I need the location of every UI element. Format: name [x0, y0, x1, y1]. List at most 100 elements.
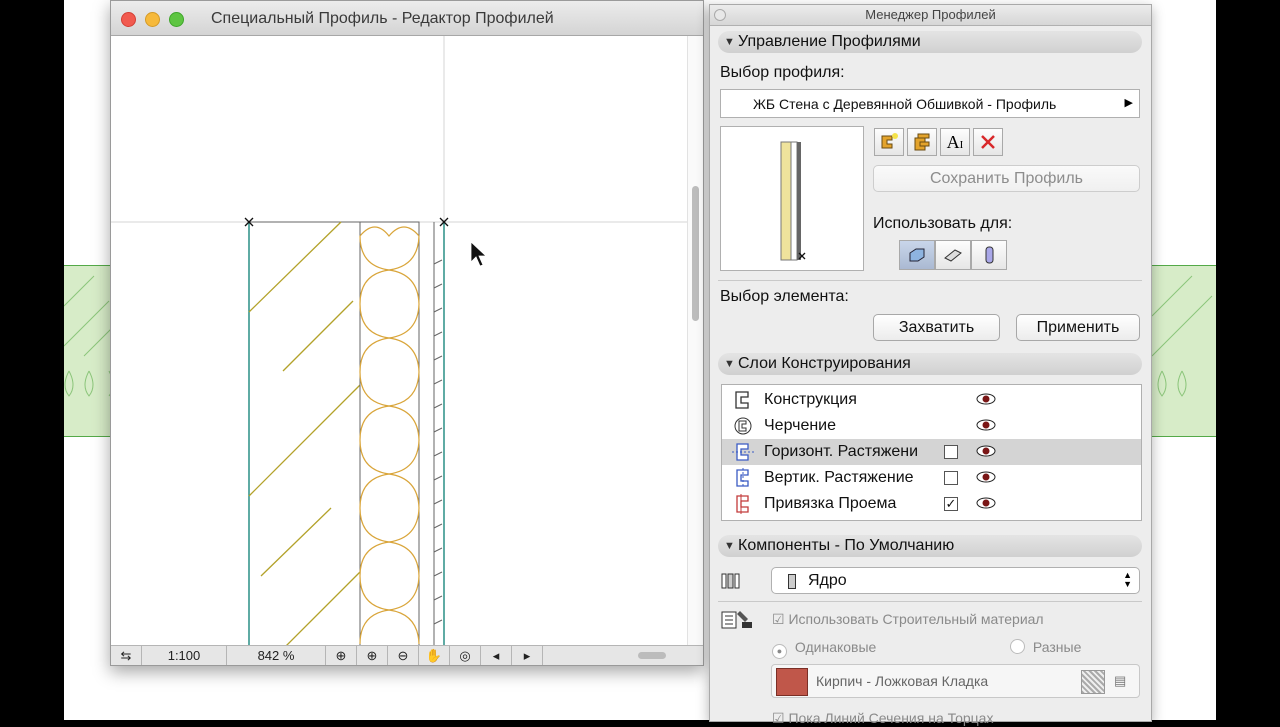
layer-row-opening-reference[interactable]: Привязка Проема ✓ [722, 491, 1141, 517]
profile-manager-palette: Менеджер Профилей ▼ Управление Профилями… [709, 4, 1152, 726]
layer-row-horizontal-stretch[interactable]: Горизонт. Растяжени [722, 439, 1141, 465]
construction-layer-icon [735, 391, 749, 409]
rename-profile-button[interactable]: AI [940, 128, 970, 156]
divider [718, 280, 1142, 281]
profile-drawing-canvas[interactable] [111, 36, 687, 646]
eye-icon[interactable] [976, 443, 996, 459]
previous-view-icon[interactable]: ◂ [481, 646, 512, 665]
delete-profile-button[interactable] [973, 128, 1003, 156]
close-window-button[interactable] [121, 12, 136, 27]
insulation-layer[interactable] [359, 221, 420, 646]
delete-icon [981, 135, 995, 149]
next-view-icon[interactable]: ▸ [512, 646, 543, 665]
layer-row-construction[interactable]: Конструкция [722, 387, 1141, 413]
eye-icon[interactable] [976, 417, 996, 433]
use-material-checkbox[interactable]: ☑ [772, 611, 785, 627]
editor-title: Специальный Профиль - Редактор Профилей [211, 10, 554, 27]
layer-row-drafting[interactable]: Черчение [722, 413, 1141, 439]
radio-same[interactable]: ● Одинаковые [772, 639, 876, 659]
section-title: Управление Профилями [738, 33, 921, 50]
disclosure-triangle-icon: ▼ [724, 540, 735, 552]
scroll-thumb[interactable] [692, 186, 699, 321]
radio-same-button[interactable]: ● [772, 644, 787, 659]
radio-same-label: Одинаковые [794, 639, 877, 655]
use-for-beam-toggle[interactable] [935, 240, 971, 270]
background-wall-right [1151, 265, 1216, 437]
section-title: Слои Конструирования [738, 355, 911, 372]
section-construction-layers[interactable]: ▼ Слои Конструирования [718, 353, 1142, 375]
duplicate-profile-button[interactable] [907, 128, 937, 156]
radio-different-button[interactable] [1010, 639, 1025, 654]
zoom-out-icon[interactable]: ⊖ [388, 646, 419, 665]
horizontal-stretch-checkbox[interactable] [944, 445, 958, 459]
updown-arrows-icon: ▲ ▼ [1123, 570, 1132, 589]
core-component-icon [788, 574, 796, 589]
background-wall-left [64, 265, 115, 437]
section-title: Компоненты - По Умолчанию [738, 537, 955, 554]
section-profile-management[interactable]: ▼ Управление Профилями [718, 31, 1142, 53]
eye-icon[interactable] [976, 469, 996, 485]
building-material-icon [721, 611, 752, 629]
minimize-window-button[interactable] [145, 12, 160, 27]
zoom-field[interactable]: 842 % [227, 646, 326, 665]
close-palette-button[interactable] [714, 9, 726, 21]
opening-reference-checkbox[interactable]: ✓ [944, 497, 958, 511]
column-icon [985, 246, 994, 264]
material-pattern-swatch [1081, 670, 1105, 694]
profile-dropdown-value: ЖБ Стена с Деревянной Обшивкой - Профиль [753, 96, 1057, 112]
zoom-options-icon[interactable]: ⊕ [326, 646, 357, 665]
component-dropdown[interactable]: Ядро ▲ ▼ [771, 567, 1140, 594]
radio-different[interactable]: Разные [1010, 639, 1081, 655]
zoom-window-button[interactable] [169, 12, 184, 27]
component-dropdown-value: Ядро [808, 572, 847, 589]
use-material-label: Использовать Строительный материал [788, 611, 1044, 627]
fit-in-window-icon[interactable]: ◎ [450, 646, 481, 665]
manager-titlebar: Менеджер Профилей [710, 5, 1151, 26]
capture-button[interactable]: Захватить [873, 314, 1000, 341]
zoom-in-icon[interactable]: ⊕ [357, 646, 388, 665]
vertical-stretch-icon [736, 468, 749, 488]
save-profile-button[interactable]: Сохранить Профиль [873, 165, 1140, 192]
layer-row-vertical-stretch[interactable]: Вертик. Растяжение [722, 465, 1141, 491]
use-for-toggle-group [899, 240, 1009, 270]
material-color-swatch [776, 668, 808, 696]
orientation-icon[interactable]: ⇆ [111, 646, 142, 665]
component-type-icon [721, 573, 740, 589]
use-for-column-toggle[interactable] [971, 240, 1007, 270]
new-profile-button[interactable] [874, 128, 904, 156]
cut-lines-checkbox[interactable]: ☑ [772, 710, 785, 726]
material-menu-icon[interactable]: ▤ [1114, 673, 1126, 689]
eye-icon[interactable] [976, 495, 996, 511]
cut-lines-label: Пока Линий Сечения на Торцах [788, 710, 994, 726]
profile-editor-window: Специальный Профиль - Редактор Профилей [110, 0, 704, 666]
use-for-label: Использовать для: [873, 215, 1013, 232]
scale-field[interactable]: 1:100 [142, 646, 227, 665]
manager-title: Менеджер Профилей [865, 7, 996, 22]
drafting-layer-icon [734, 417, 752, 435]
background-wall-hatch-right [1151, 275, 1213, 397]
pan-hand-icon[interactable]: ✋ [419, 646, 450, 665]
use-material-checkbox-row[interactable]: ☑ Использовать Строительный материал [772, 611, 1044, 628]
profile-dropdown[interactable]: ЖБ Стена с Деревянной Обшивкой - Профиль… [720, 89, 1140, 118]
h-scroll-thumb[interactable] [638, 652, 666, 659]
material-selector[interactable]: Кирпич - Ложковая Кладка ▤ [771, 664, 1140, 698]
vertical-stretch-checkbox[interactable] [944, 471, 958, 485]
cut-lines-checkbox-row[interactable]: ☑ Пока Линий Сечения на Торцах [772, 710, 993, 727]
section-components[interactable]: ▼ Компоненты - По Умолчанию [718, 535, 1142, 557]
beam-icon [944, 249, 962, 262]
apply-button[interactable]: Применить [1016, 314, 1140, 341]
wood-sheathing-layer[interactable] [433, 222, 445, 646]
use-for-wall-toggle[interactable] [899, 240, 935, 270]
eye-icon[interactable] [976, 391, 996, 407]
profile-drawing [111, 36, 687, 646]
new-profile-icon [881, 133, 898, 149]
profile-select-label: Выбор профиля: [720, 64, 845, 81]
core-layer[interactable] [248, 221, 361, 646]
opening-reference-icon [736, 494, 749, 514]
disclosure-triangle-icon: ▼ [724, 36, 735, 48]
horizontal-scrollbar[interactable] [543, 646, 703, 665]
vertical-scrollbar[interactable] [687, 36, 703, 646]
element-select-label: Выбор элемента: [720, 288, 849, 305]
horizontal-stretch-icon [732, 443, 754, 461]
divider [718, 601, 1142, 602]
